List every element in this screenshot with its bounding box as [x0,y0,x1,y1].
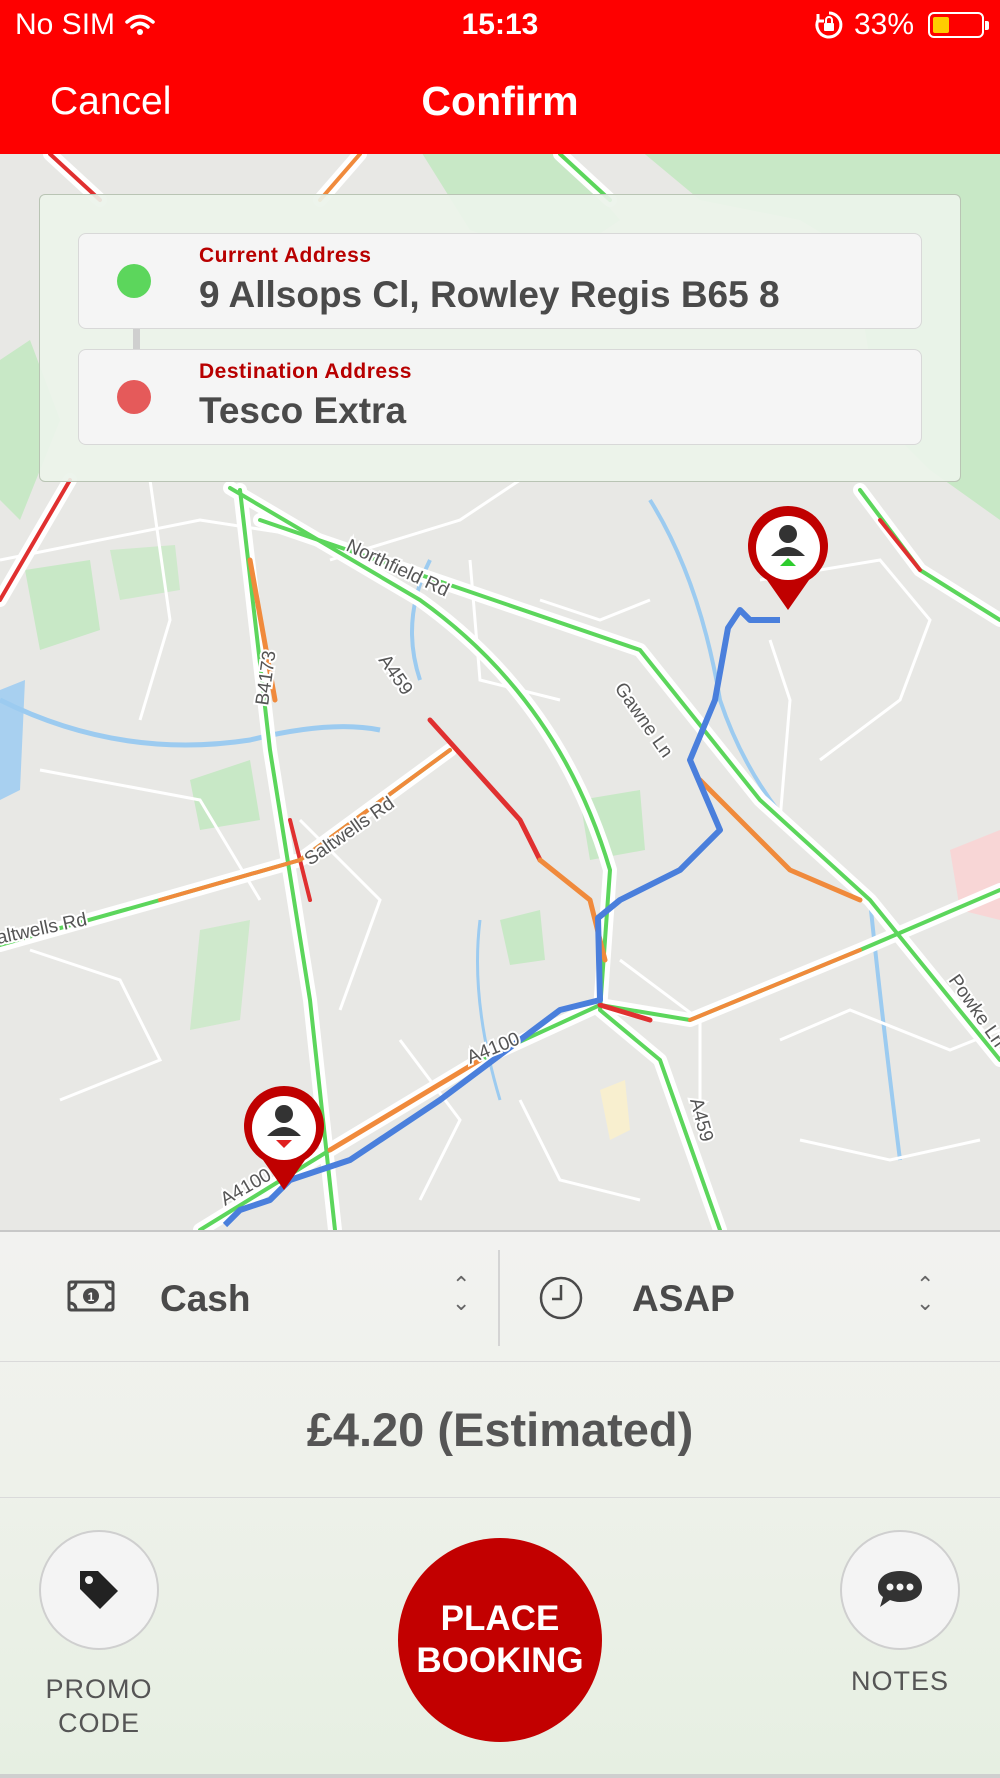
options-row: 1 Cash ⌃ ⌄ ASAP ⌃ ⌄ [0,1232,1000,1362]
road-label: Saltwells Rd [301,793,399,870]
status-right: 33% [814,8,989,42]
estimated-price: £4.20 (Estimated) [0,1362,1000,1498]
pickup-pin-icon[interactable] [743,504,833,614]
pickup-address-value: 9 Allsops Cl, Rowley Regis B65 8 [199,274,780,315]
top-bar: No SIM 15:13 33% Cancel Confirm [0,0,1000,154]
destination-address-value: Tesco Extra [199,390,407,431]
time-chevron-icon: ⌃ ⌄ [916,1272,935,1315]
place-booking-button[interactable]: PLACE BOOKING [398,1538,602,1742]
battery-percent: 33% [853,8,914,41]
rotation-lock-icon [815,11,843,39]
booking-panel: 1 Cash ⌃ ⌄ ASAP ⌃ ⌄ £4.20 (Estimated) PR… [0,1230,1000,1778]
destination-pin-icon[interactable] [239,1084,329,1194]
notes-button[interactable] [840,1530,960,1650]
pickup-time-label: ASAP [632,1278,735,1319]
battery-icon [928,12,989,38]
address-card: Current Address 9 Allsops Cl, Rowley Reg… [39,194,961,482]
status-bar: No SIM 15:13 33% [0,0,1000,52]
road-label: A459 [374,651,417,699]
clock-icon [539,1276,583,1320]
payment-label: Cash [160,1278,251,1319]
payment-selector[interactable]: 1 Cash ⌃ ⌄ [0,1232,498,1362]
notes-label: NOTES [850,1666,949,1696]
destination-address-label: Destination Address [199,360,412,383]
cash-icon: 1 [67,1280,115,1312]
pickup-time-selector[interactable]: ASAP ⌃ ⌄ [500,1232,1000,1362]
booking-confirm-screen: { "status_bar": {"carrier": "No SIM", "t… [0,0,1000,1778]
svg-text:1: 1 [88,1290,95,1304]
destination-dot-icon [117,380,151,414]
chat-bubble-icon [878,1571,922,1607]
cancel-button[interactable]: Cancel [50,80,171,124]
payment-chevron-icon: ⌃ ⌄ [452,1272,471,1315]
tag-icon [80,1571,118,1609]
home-indicator [0,1774,1000,1778]
promo-code-label: PROMO CODE [45,1674,153,1738]
destination-address-field[interactable]: Destination Address Tesco Extra [78,349,922,445]
pickup-address-label: Current Address [199,244,372,267]
road-label: altwells Rd [0,909,89,949]
pickup-dot-icon [117,264,151,298]
promo-code-button[interactable] [39,1530,159,1650]
pickup-address-field[interactable]: Current Address 9 Allsops Cl, Rowley Reg… [78,233,922,329]
